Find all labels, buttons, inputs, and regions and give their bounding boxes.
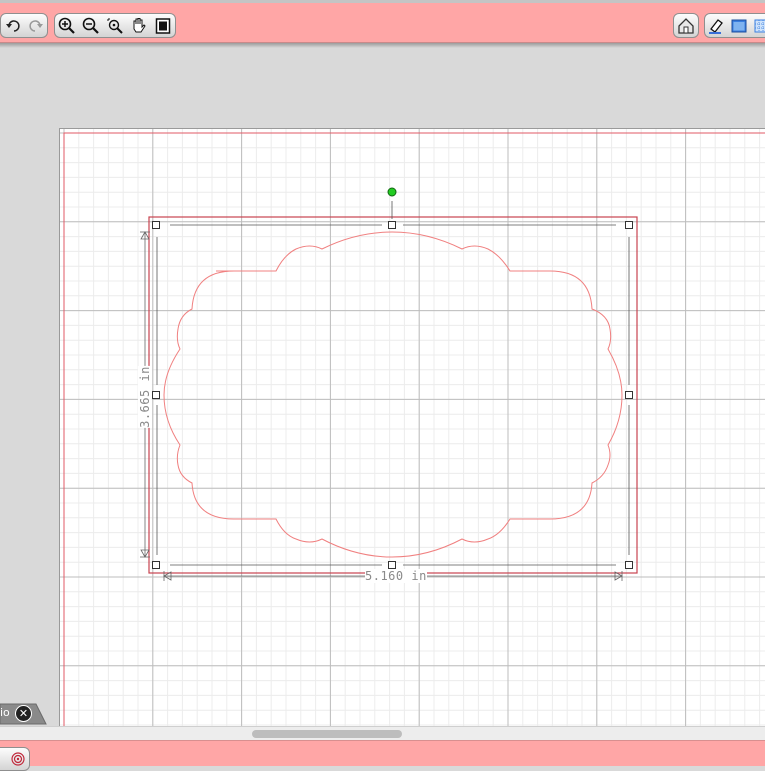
document-tab[interactable]: io ✕ [0,703,50,725]
fit-page-button[interactable] [151,14,175,37]
zoom-out-button[interactable] [79,14,103,37]
zoom-in-icon [58,17,75,34]
horizontal-scroll-thumb[interactable] [252,730,402,738]
zoom-out-icon [82,17,99,34]
home-button-group [673,13,699,38]
resize-handle [625,391,633,399]
undo-button[interactable] [1,14,24,37]
zoom-fit-button[interactable] [103,14,127,37]
history-button-group [0,13,48,38]
eraser-button[interactable] [705,14,728,37]
resize-handle [625,561,633,569]
width-dimension-label: 5.160 in [365,569,427,583]
rotation-handle [387,187,397,197]
edit-button-group [704,13,765,38]
cutting-mat[interactable]: 5.160 in 3.665 in [59,128,765,727]
resize-handle [152,391,160,399]
redo-icon [28,19,43,32]
horizontal-scrollbar[interactable] [0,726,765,741]
resize-handle [152,221,160,229]
document-tab-label: io [0,706,10,719]
resize-handle [388,221,396,229]
fill-button[interactable] [728,14,751,37]
pan-button[interactable] [127,14,151,37]
zoom-fit-icon [107,18,123,34]
home-icon [678,17,694,34]
height-dimension-label: 3.665 in [137,366,152,428]
top-toolbar [0,3,765,43]
close-icon[interactable]: ✕ [15,705,32,722]
selection-border [148,216,638,574]
zoom-in-button[interactable] [55,14,79,37]
grid-toggle-icon [754,19,765,32]
redo-button[interactable] [24,14,47,37]
fit-page-icon [155,17,171,34]
resize-handle [388,561,396,569]
bottom-tool-button[interactable] [0,747,30,771]
zoom-button-group [54,13,176,38]
pan-hand-icon [133,17,146,32]
resize-handle [152,561,160,569]
undo-icon [5,19,20,32]
grid-toggle-button[interactable] [750,14,765,37]
resize-handle [625,221,633,229]
target-icon [11,752,25,766]
eraser-icon [709,18,724,34]
mat-canvas[interactable] [60,129,765,727]
home-button[interactable] [674,14,698,37]
fill-icon [731,19,747,32]
bottom-toolbar [0,740,765,771]
